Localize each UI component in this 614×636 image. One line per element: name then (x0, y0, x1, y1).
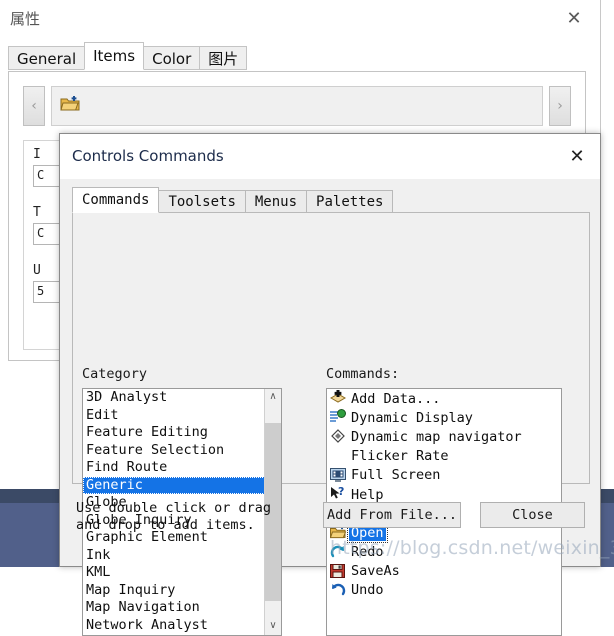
dialog-tab-strip: Commands Toolsets Menus Palettes (72, 187, 394, 213)
command-item-label: Help (351, 486, 384, 503)
close-button[interactable]: Close (480, 502, 585, 528)
undo-arrow-icon (330, 582, 347, 599)
command-item-label: Add Data... (351, 390, 441, 407)
tab-image[interactable]: 图片 (199, 46, 248, 70)
tab-menus[interactable]: Menus (244, 190, 308, 213)
commands-rows: Add Data... Dynamic Display Dynamic map na… (327, 389, 561, 600)
category-label: Category (82, 366, 148, 382)
tab-items[interactable]: Items (84, 42, 145, 70)
tab-color[interactable]: Color (143, 46, 201, 70)
category-item[interactable]: Feature Selection (83, 442, 281, 460)
category-item[interactable]: Ink (83, 547, 281, 565)
category-item[interactable]: Generic (83, 476, 269, 494)
scroll-down-button[interactable]: ∨ (265, 618, 281, 635)
tab-commands[interactable]: Commands (72, 187, 160, 213)
commands-label: Commands: (326, 366, 400, 382)
items-picker-row: ‹ › (23, 86, 571, 126)
scroll-right-button[interactable]: › (549, 86, 571, 126)
close-icon[interactable]: ✕ (564, 144, 590, 170)
category-item[interactable]: Map Navigation (83, 599, 281, 617)
field-label-3: U (33, 263, 41, 278)
command-item-label: Flicker Rate (351, 448, 449, 465)
hint-text: Use double click or drag and drop to add… (76, 500, 272, 533)
category-item[interactable]: Find Route (83, 459, 281, 477)
add-data-icon (329, 390, 347, 407)
command-item-label: Undo (351, 582, 384, 599)
svg-text:?: ? (338, 486, 344, 498)
command-item[interactable]: Dynamic Display (327, 408, 561, 427)
tab-general[interactable]: General (8, 46, 86, 70)
items-strip[interactable] (51, 86, 543, 126)
dialog-titlebar: Controls Commands ✕ (60, 134, 600, 180)
dynamic-display-icon (330, 409, 347, 426)
category-item[interactable]: Network Analyst (83, 617, 281, 635)
close-icon[interactable]: ✕ (562, 7, 586, 31)
command-item[interactable]: Flicker Rate (327, 447, 561, 466)
floppy-disk-icon (330, 563, 347, 580)
command-item[interactable]: Undo (327, 581, 561, 600)
full-screen-icon (330, 467, 347, 484)
properties-titlebar: 属性 ✕ (0, 0, 600, 38)
command-item-label: SaveAs (351, 563, 400, 580)
add-from-file-button[interactable]: Add From File... (323, 502, 461, 528)
command-item-label: Full Screen (351, 467, 441, 484)
none (330, 448, 347, 465)
tab-palettes[interactable]: Palettes (306, 190, 394, 213)
category-item[interactable]: Feature Editing (83, 424, 281, 442)
page-title: 属性 (10, 10, 41, 28)
command-item[interactable]: Add Data... (327, 389, 561, 408)
redo-arrow-icon (330, 544, 347, 561)
field-label-2: T (33, 205, 41, 220)
category-item[interactable]: 3D Analyst (83, 389, 281, 407)
command-item[interactable]: Full Screen (327, 466, 561, 485)
command-item-label: Dynamic Display (351, 409, 473, 426)
tab-toolsets[interactable]: Toolsets (158, 190, 246, 213)
command-item-label: Redo (351, 544, 384, 561)
category-item[interactable]: Edit (83, 407, 281, 425)
dialog-title: Controls Commands (72, 147, 224, 165)
properties-tab-strip: General Items Color 图片 (8, 42, 248, 70)
command-item[interactable]: Redo (327, 543, 561, 562)
open-folder-icon (60, 95, 80, 118)
command-item-label: Dynamic map navigator (351, 428, 522, 445)
scroll-up-button[interactable]: ∧ (265, 389, 281, 406)
category-item[interactable]: Map Inquiry (83, 582, 281, 600)
command-item[interactable]: Dynamic map navigator (327, 427, 561, 446)
help-pointer-icon: ? (330, 485, 347, 503)
field-label-1: I (33, 147, 41, 162)
dynamic-map-navigator-icon (330, 428, 347, 445)
command-item[interactable]: SaveAs (327, 562, 561, 581)
scroll-left-button[interactable]: ‹ (23, 86, 45, 126)
controls-commands-dialog: Controls Commands ✕ Commands Toolsets Me… (59, 133, 601, 636)
